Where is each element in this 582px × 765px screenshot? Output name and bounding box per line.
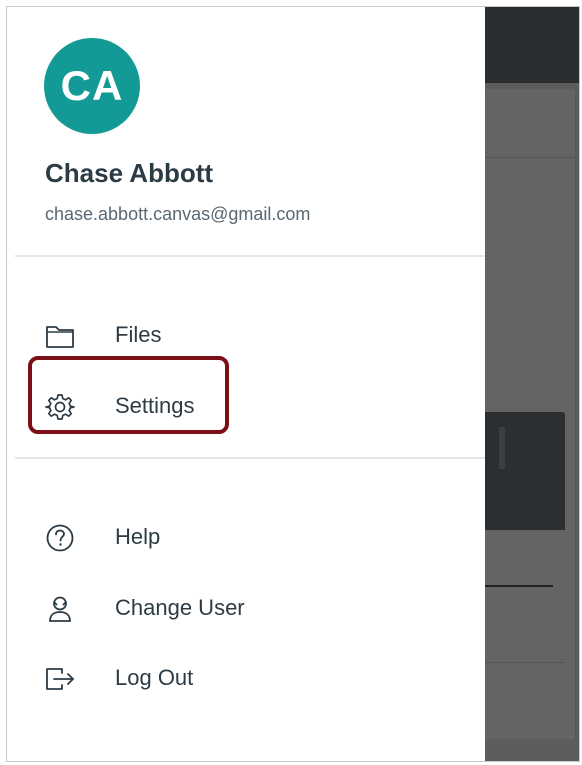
menu-item-log-out[interactable]: Log Out [7,650,485,706]
menu-item-label: Files [115,322,162,347]
settings-highlight-box [28,356,229,434]
background-divider [485,157,579,158]
menu-item-change-user[interactable]: Change User [7,580,485,636]
profile-divider [15,255,485,257]
background-dark-panel [485,412,565,530]
background-rule [485,585,553,587]
folder-icon [45,321,75,351]
avatar-initials: CA [60,62,124,109]
menu-item-help[interactable]: Help [7,509,485,565]
change-user-icon [45,594,75,624]
menu-divider [15,457,485,459]
help-circle-icon [45,523,75,553]
screenshot-frame: CA Chase Abbott chase.abbott.canvas@gmai… [6,6,580,762]
dimmed-app-background[interactable] [485,7,579,761]
user-email: chase.abbott.canvas@gmail.com [45,204,311,224]
user-name: Chase Abbott [45,158,214,188]
background-top-bar [485,7,579,83]
menu-item-files[interactable]: Files [7,307,485,363]
menu-item-label: Change User [115,595,245,620]
background-divider-bottom [485,662,565,663]
menu-item-label: Log Out [115,665,194,690]
avatar[interactable]: CA [44,38,140,134]
log-out-icon [45,664,75,694]
menu-item-label: Help [115,524,161,549]
account-drawer: CA Chase Abbott chase.abbott.canvas@gmai… [7,7,485,761]
background-dark-accent [499,427,505,469]
